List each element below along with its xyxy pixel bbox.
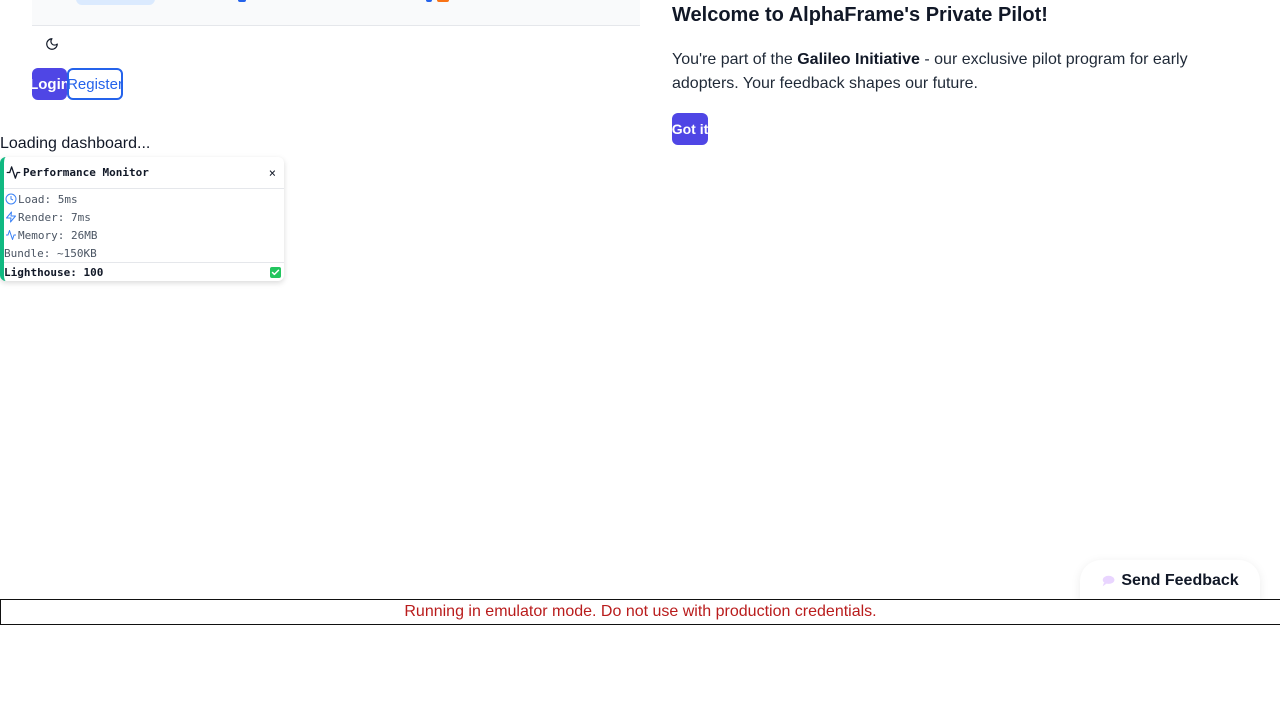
lightning-icon <box>6 211 16 223</box>
nav-link-fragment[interactable] <box>238 0 246 2</box>
emulator-banner-text: Running in emulator mode. Do not use wit… <box>404 603 877 620</box>
check-icon <box>270 267 281 278</box>
perf-footer: Lighthouse: 100 <box>4 262 284 281</box>
initiative-name: Galileo Initiative <box>797 51 920 68</box>
perf-metric-render: Render: 7ms <box>4 208 284 226</box>
perf-header: Performance Monitor × <box>4 157 284 189</box>
perf-metric-bundle: Bundle: ~150KB <box>4 244 284 262</box>
loading-text: Loading dashboard... <box>0 135 151 152</box>
perf-metric-memory: Memory: 26MB <box>4 226 284 244</box>
speech-bubble-icon <box>1103 575 1115 587</box>
register-button[interactable]: Register <box>67 68 123 100</box>
clock-icon <box>5 193 17 205</box>
welcome-title: Welcome to AlphaFrame's Private Pilot! <box>672 4 1048 26</box>
got-it-button[interactable]: Got it <box>672 113 708 145</box>
login-button[interactable]: Login <box>29 68 70 100</box>
perf-memory-label: Memory: 26MB <box>18 228 98 242</box>
perf-title: Performance Monitor <box>23 166 149 179</box>
nav-badge-fragment <box>437 0 449 2</box>
close-icon[interactable]: × <box>269 166 276 180</box>
perf-load-label: Load: 5ms <box>18 192 78 206</box>
send-feedback-label: Send Feedback <box>1121 572 1239 589</box>
welcome-card: Welcome to AlphaFrame's Private Pilot! Y… <box>640 0 1248 160</box>
welcome-description: You're part of the Galileo Initiative - … <box>672 48 1232 96</box>
activity-icon <box>6 230 16 240</box>
perf-render-label: Render: 7ms <box>18 210 91 224</box>
welcome-text-before: You're part of the <box>672 51 798 68</box>
nav-active-pill[interactable] <box>76 0 155 5</box>
perf-lighthouse-label: Lighthouse: 100 <box>4 265 104 279</box>
emulator-banner: Running in emulator mode. Do not use wit… <box>0 599 1280 625</box>
moon-icon <box>46 38 58 50</box>
send-feedback-button[interactable]: Send Feedback <box>1080 560 1260 602</box>
nav-link-fragment[interactable] <box>426 0 432 2</box>
top-nav-bar <box>32 0 640 26</box>
auth-buttons: Login Register <box>29 68 123 100</box>
perf-metric-load: Load: 5ms <box>4 190 284 208</box>
performance-monitor-panel: Performance Monitor × Load: 5ms Render: … <box>0 157 284 281</box>
theme-toggle-button[interactable] <box>42 34 62 54</box>
activity-icon <box>6 166 21 179</box>
perf-bundle-label: Bundle: ~150KB <box>4 246 97 260</box>
